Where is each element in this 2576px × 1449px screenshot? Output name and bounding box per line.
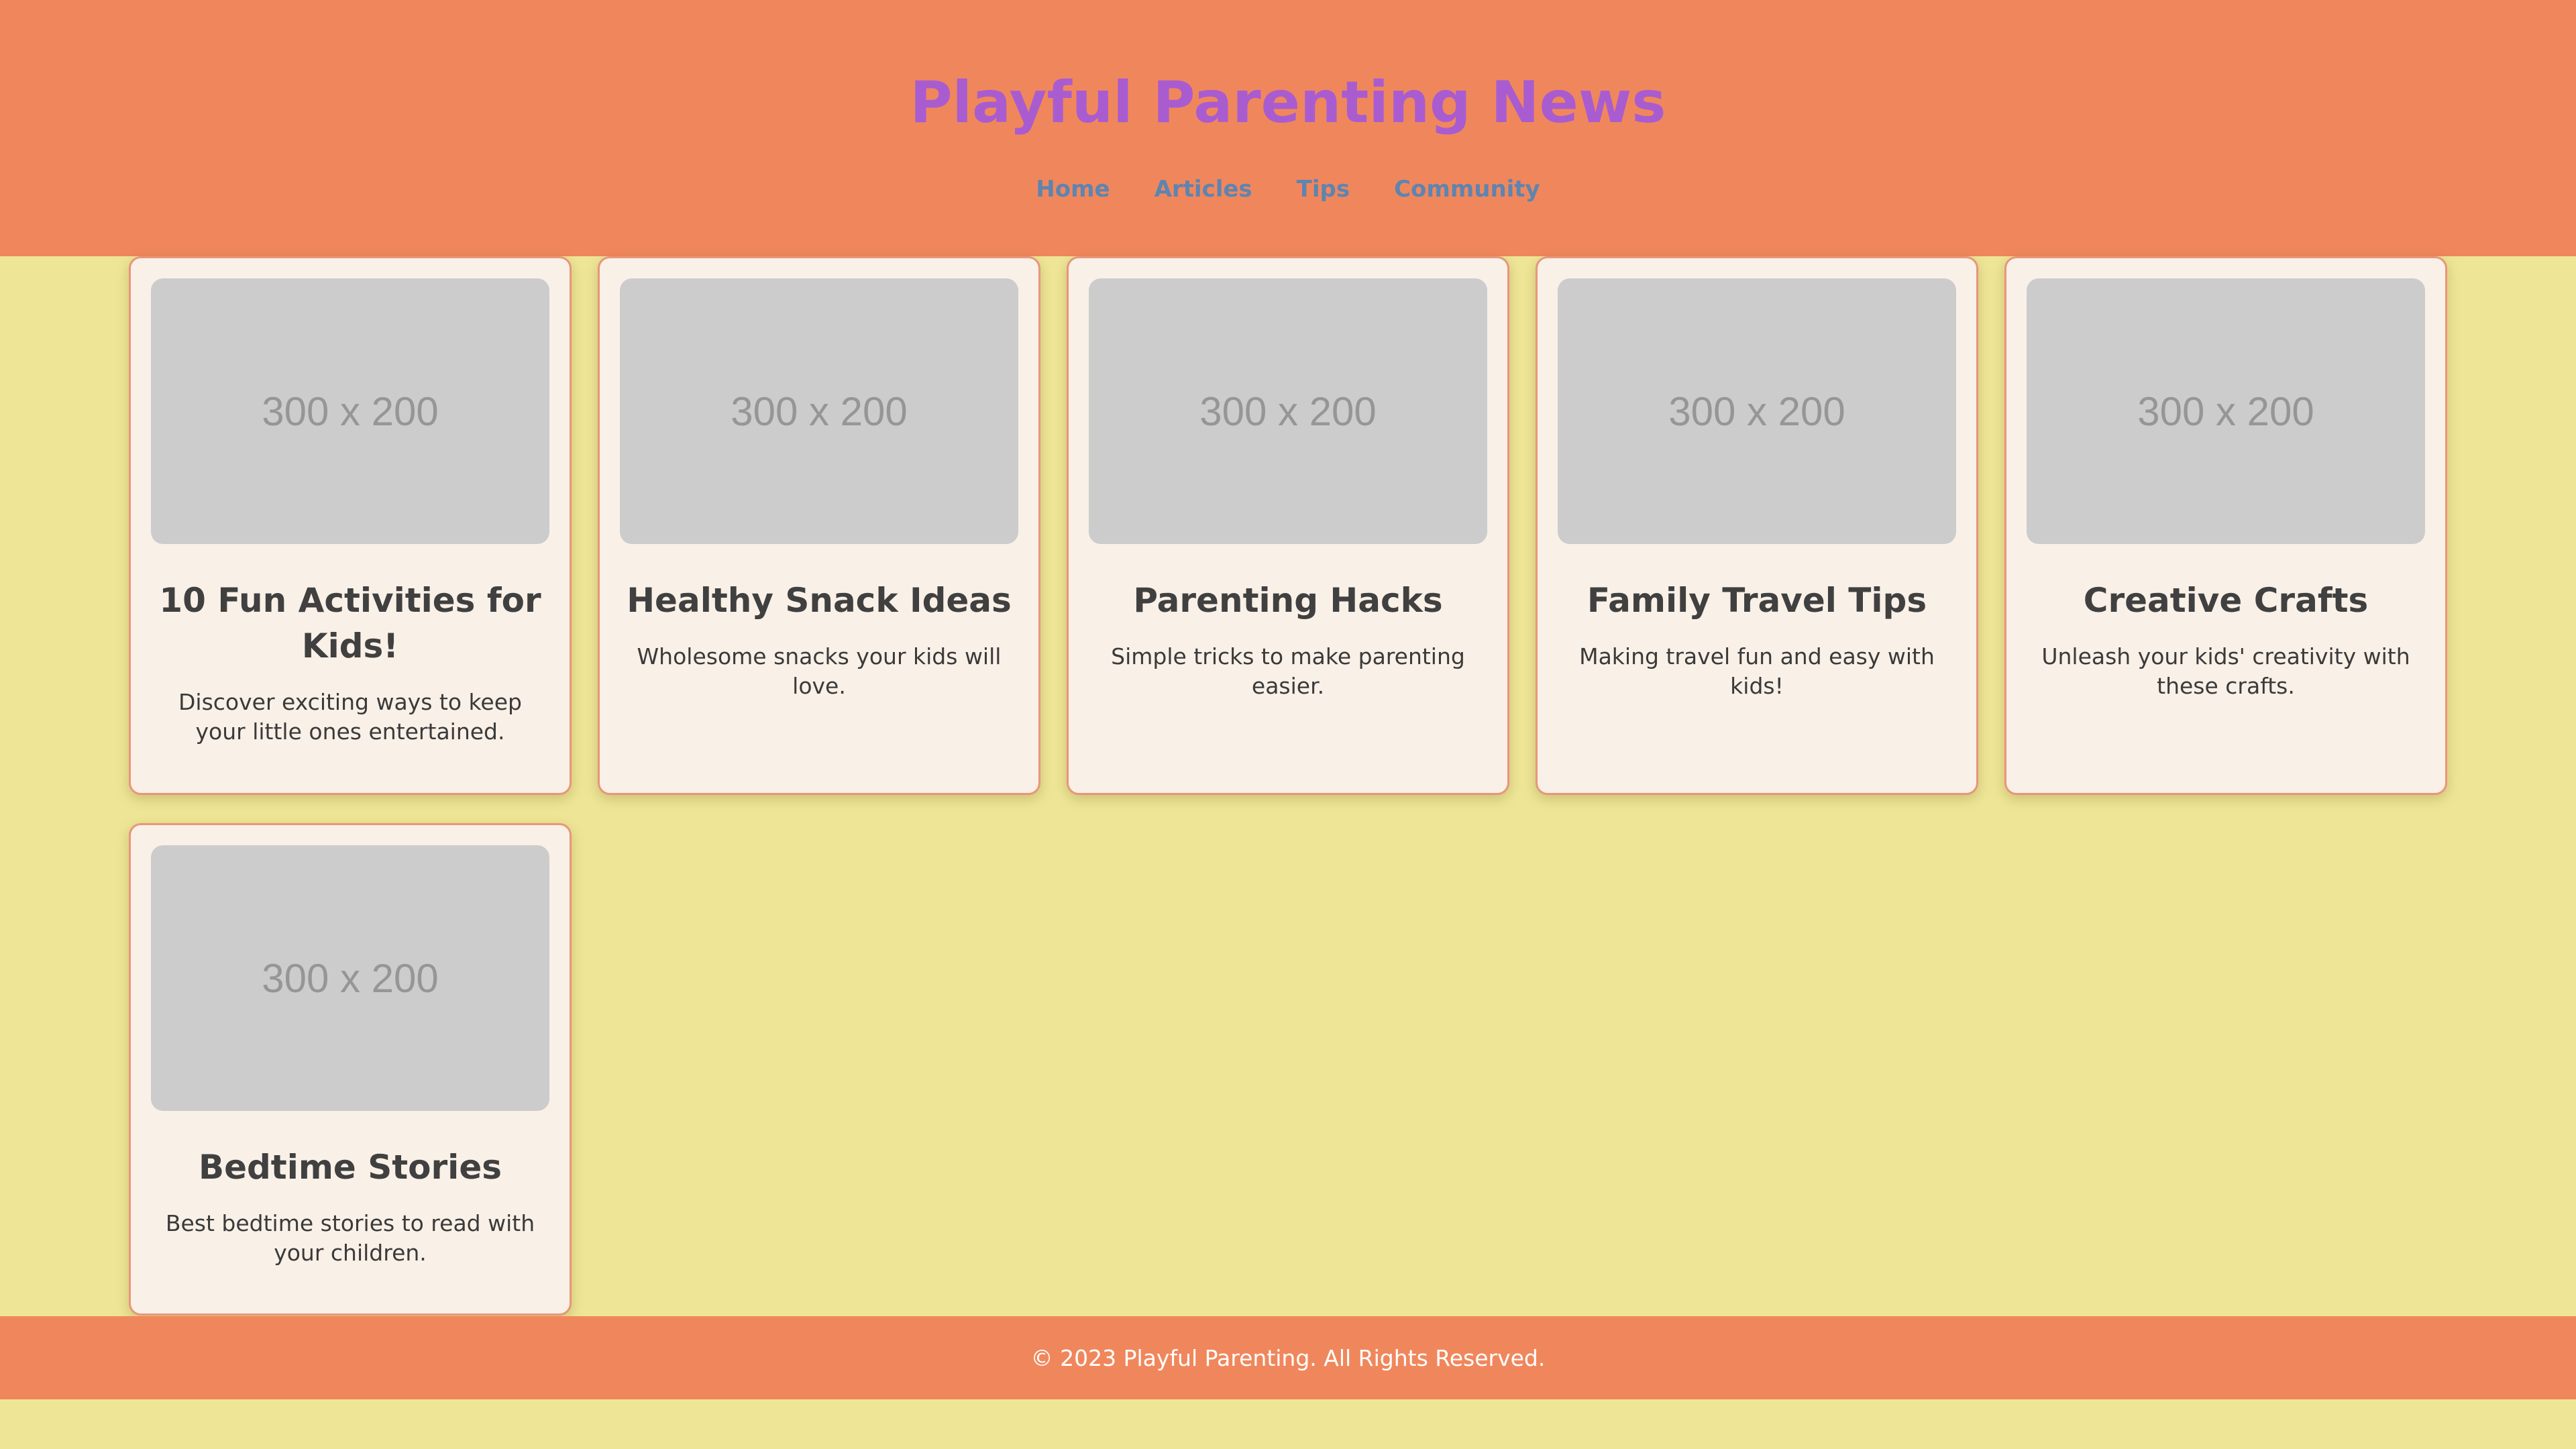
main-nav: Home Articles Tips Community xyxy=(0,173,2576,205)
article-image-placeholder: 300 x 200 xyxy=(2027,278,2425,544)
article-title: Bedtime Stories xyxy=(198,1148,502,1187)
article-description: Wholesome snacks your kids will love. xyxy=(637,643,1002,699)
article-image-placeholder: 300 x 200 xyxy=(151,278,549,544)
article-description: Discover exciting ways to keep your litt… xyxy=(178,689,522,745)
article-card[interactable]: 300 x 200 Bedtime Stories Best bedtime s… xyxy=(129,823,572,1316)
nav-link-tips[interactable]: Tips xyxy=(1297,173,1350,205)
article-description: Making travel fun and easy with kids! xyxy=(1579,643,1935,699)
site-header: Playful Parenting News Home Articles Tip… xyxy=(0,0,2576,256)
article-image-placeholder: 300 x 200 xyxy=(1558,278,1956,544)
article-description: Unleash your kids' creativity with these… xyxy=(2041,643,2410,699)
article-image-placeholder: 300 x 200 xyxy=(620,278,1018,544)
article-card[interactable]: 300 x 200 Family Travel Tips Making trav… xyxy=(1536,256,1978,795)
site-footer: © 2023 Playful Parenting. All Rights Res… xyxy=(0,1316,2576,1399)
article-image-placeholder: 300 x 200 xyxy=(1089,278,1487,544)
article-title: 10 Fun Activities for Kids! xyxy=(159,581,541,665)
article-description: Best bedtime stories to read with your c… xyxy=(165,1210,535,1266)
site-title: Playful Parenting News xyxy=(910,69,1666,136)
article-card[interactable]: 300 x 200 10 Fun Activities for Kids! Di… xyxy=(129,256,572,795)
article-card[interactable]: 300 x 200 Creative Crafts Unleash your k… xyxy=(2004,256,2447,795)
article-title: Healthy Snack Ideas xyxy=(627,581,1012,620)
article-card[interactable]: 300 x 200 Parenting Hacks Simple tricks … xyxy=(1067,256,1509,795)
copyright-text: © 2023 Playful Parenting. All Rights Res… xyxy=(1030,1344,1546,1371)
article-title: Creative Crafts xyxy=(2083,581,2369,620)
nav-link-community[interactable]: Community xyxy=(1394,173,1540,205)
article-image-placeholder: 300 x 200 xyxy=(151,845,549,1111)
article-title: Family Travel Tips xyxy=(1587,581,1927,620)
article-description: Simple tricks to make parenting easier. xyxy=(1111,643,1465,699)
nav-link-articles[interactable]: Articles xyxy=(1155,173,1252,205)
article-grid: 300 x 200 10 Fun Activities for Kids! Di… xyxy=(129,256,2447,1316)
article-title: Parenting Hacks xyxy=(1133,581,1443,620)
nav-link-home[interactable]: Home xyxy=(1036,173,1110,205)
article-card[interactable]: 300 x 200 Healthy Snack Ideas Wholesome … xyxy=(598,256,1040,795)
